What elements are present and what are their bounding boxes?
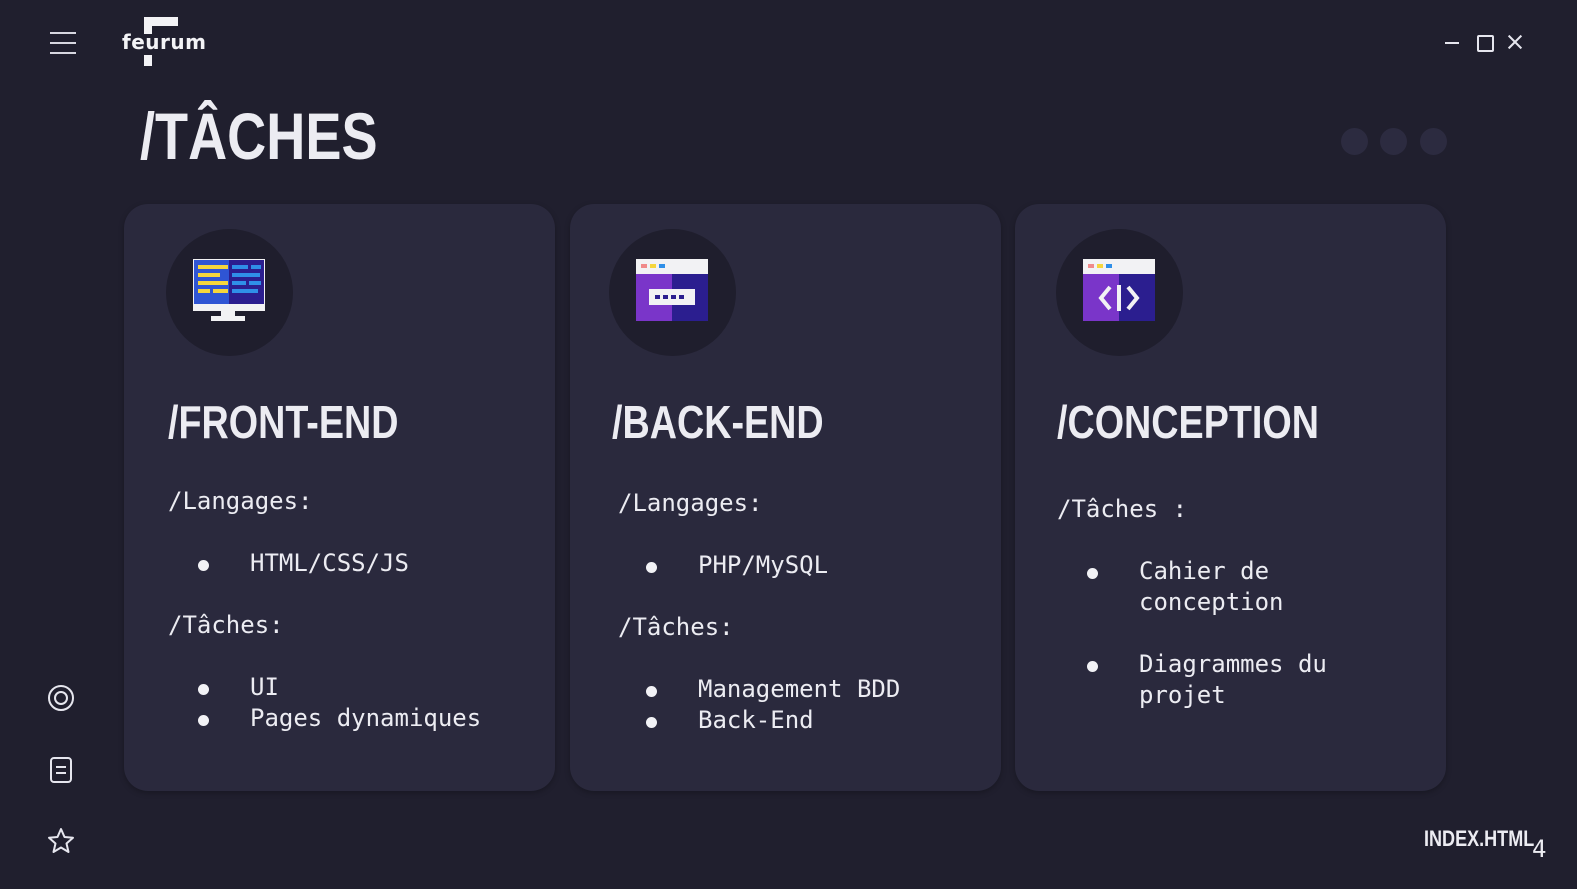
star-icon[interactable] xyxy=(46,826,76,856)
document-icon[interactable] xyxy=(46,755,76,785)
card-title: /CONCEPTION xyxy=(1057,396,1319,448)
pager-dot-2[interactable] xyxy=(1380,128,1407,155)
maximize-icon[interactable] xyxy=(1472,30,1496,54)
feurum-logo[interactable]: feurum xyxy=(122,16,212,68)
tasks-label: /Tâches: xyxy=(168,611,284,639)
languages-list: PHP/MySQL xyxy=(620,550,828,581)
languages-label: /Langages: xyxy=(168,487,313,515)
list-item: Pages dynamiques xyxy=(172,703,481,734)
page-number: 4 xyxy=(1532,835,1547,863)
languages-list: HTML/CSS/JS xyxy=(172,548,409,579)
list-item: PHP/MySQL xyxy=(620,550,828,581)
card-conception: /CONCEPTION /Tâches : Cahier de concepti… xyxy=(1015,204,1446,791)
browser-server-icon xyxy=(636,259,708,321)
pager-dots xyxy=(1341,128,1451,156)
list-item: UI xyxy=(172,672,481,703)
card-icon-badge xyxy=(166,229,293,356)
tasks-list: UI Pages dynamiques xyxy=(172,672,481,734)
pager-dot-3[interactable] xyxy=(1420,128,1447,155)
list-item: Cahier de conception xyxy=(1061,556,1327,618)
list-item: HTML/CSS/JS xyxy=(172,548,409,579)
tasks-list: Management BDD Back-End xyxy=(620,674,900,736)
tasks-label: /Tâches : xyxy=(1057,495,1188,523)
list-item: Back-End xyxy=(620,705,900,736)
card-title: /BACK-END xyxy=(612,396,824,448)
target-icon[interactable] xyxy=(46,683,76,713)
hamburger-menu-icon[interactable] xyxy=(48,30,78,56)
list-item: Management BDD xyxy=(620,674,900,705)
app-window: feurum /TÂCHES /FRONT-END /Langages: HTM… xyxy=(0,0,1577,889)
browser-code-icon xyxy=(1083,259,1155,321)
tasks-list: Cahier de conception Diagrammes du proje… xyxy=(1061,556,1327,742)
footer-filename: INDEX.HTML xyxy=(1424,826,1535,851)
card-title: /FRONT-END xyxy=(168,396,399,448)
monitor-code-icon xyxy=(193,259,265,321)
list-item: Diagrammes du projet xyxy=(1061,649,1327,711)
card-front-end: /FRONT-END /Langages: HTML/CSS/JS /Tâche… xyxy=(124,204,555,791)
close-icon[interactable] xyxy=(1503,30,1527,54)
card-icon-badge xyxy=(609,229,736,356)
card-back-end: /BACK-END /Langages: PHP/MySQL /Tâches: … xyxy=(570,204,1001,791)
page-title: /TÂCHES xyxy=(140,99,378,173)
pager-dot-1[interactable] xyxy=(1341,128,1368,155)
minimize-icon[interactable] xyxy=(1440,30,1464,54)
logo-text: feurum xyxy=(122,30,207,54)
languages-label: /Langages: xyxy=(618,489,763,517)
card-icon-badge xyxy=(1056,229,1183,356)
tasks-label: /Tâches: xyxy=(618,613,734,641)
